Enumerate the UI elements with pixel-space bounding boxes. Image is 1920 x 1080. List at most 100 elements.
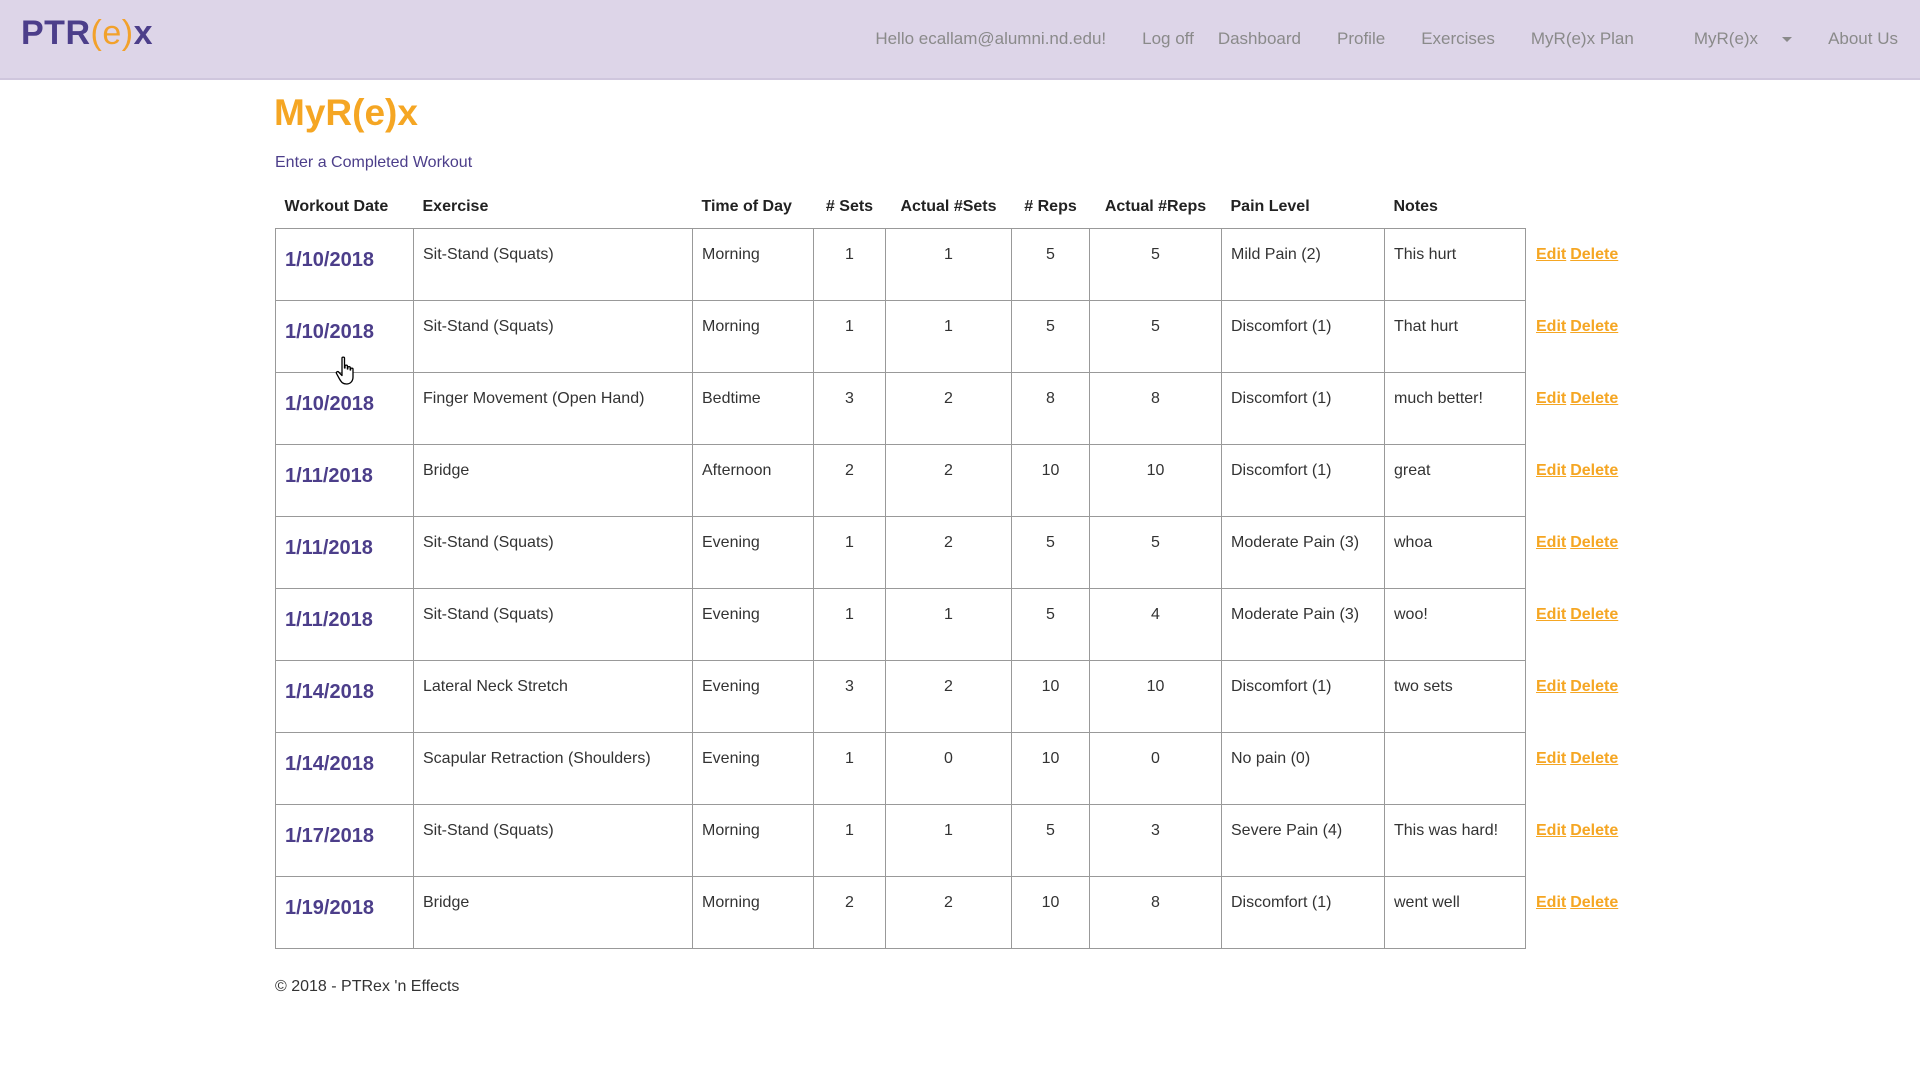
actual-sets-cell: 2 [885, 660, 1012, 733]
workout-table: Workout Date Exercise Time of Day # Sets… [275, 186, 1656, 949]
exercise-cell-text: Scapular Retraction (Shoulders) [423, 750, 651, 767]
nav-profile-link[interactable]: Profile [1337, 29, 1385, 49]
exercise-cell-text: Lateral Neck Stretch [423, 678, 568, 695]
reps-cell-text: 8 [1046, 390, 1055, 407]
actual-sets-cell-text: 2 [944, 462, 953, 479]
delete-link[interactable]: Delete [1570, 462, 1618, 479]
pain-level-cell: Discomfort (1) [1221, 660, 1385, 733]
edit-link[interactable]: Edit [1536, 750, 1566, 767]
nav-plan-link[interactable]: MyR(e)x Plan [1531, 29, 1634, 49]
row-actions: Edit Delete [1526, 445, 1656, 517]
nav-dashboard-link[interactable]: Dashboard [1218, 29, 1301, 49]
exercise-cell-text: Bridge [423, 894, 470, 911]
pain-level-cell: Moderate Pain (3) [1221, 516, 1385, 589]
delete-link[interactable]: Delete [1570, 246, 1618, 263]
actual-sets-cell-text: 1 [944, 246, 953, 263]
workout-date-cell: 1/19/2018 [275, 876, 414, 949]
actual-sets-cell: 1 [885, 804, 1012, 877]
actual-sets-cell-text: 1 [944, 318, 953, 335]
edit-link[interactable]: Edit [1536, 678, 1566, 695]
actual-reps-cell: 8 [1089, 372, 1222, 445]
notes-cell-text: That hurt [1394, 318, 1459, 335]
time-of-day-cell: Evening [692, 516, 814, 589]
actual-reps-cell: 0 [1089, 732, 1222, 805]
edit-link[interactable]: Edit [1536, 822, 1566, 839]
time-of-day-cell-text: Evening [702, 606, 760, 623]
nav-myrex-dropdown[interactable]: MyR(e)x [1670, 29, 1793, 49]
pain-level-cell: Discomfort (1) [1221, 372, 1385, 445]
brand-accent: (e) [90, 14, 134, 52]
row-actions: Edit Delete [1526, 589, 1656, 661]
workout-date-cell-text: 1/10/2018 [285, 321, 374, 343]
nav-exercises-link[interactable]: Exercises [1421, 29, 1495, 49]
delete-link[interactable]: Delete [1570, 534, 1618, 551]
table-row: 1/19/2018 Bridge Morning 2 2 10 8 Discomfort (1… [275, 876, 1656, 949]
edit-link[interactable]: Edit [1536, 534, 1566, 551]
nav-greeting-link[interactable]: Hello ecallam@alumni.nd.edu! [875, 29, 1106, 49]
exercise-cell: Sit-Stand (Squats) [413, 804, 693, 877]
edit-link[interactable]: Edit [1536, 246, 1566, 263]
edit-link[interactable]: Edit [1536, 894, 1566, 911]
time-of-day-cell: Evening [692, 732, 814, 805]
edit-link[interactable]: Edit [1536, 606, 1566, 623]
header-actual-reps: Actual #Reps [1104, 198, 1207, 215]
sets-cell-text: 3 [845, 678, 854, 695]
actual-sets-cell: 2 [885, 444, 1012, 517]
pain-level-cell-text: Discomfort (1) [1231, 894, 1332, 911]
sets-cell-text: 1 [845, 246, 854, 263]
sets-cell-text: 1 [845, 606, 854, 623]
edit-link[interactable]: Edit [1536, 390, 1566, 407]
workout-date-cell: 1/17/2018 [275, 804, 414, 877]
time-of-day-cell: Morning [692, 228, 814, 301]
reps-cell: 5 [1011, 300, 1090, 373]
edit-link[interactable]: Edit [1536, 462, 1566, 479]
time-of-day-cell-text: Evening [702, 534, 760, 551]
table-row: 1/11/2018 Sit-Stand (Squats) Evening 1 2 5 5 Mo… [275, 516, 1656, 589]
row-actions: Edit Delete [1526, 229, 1656, 301]
delete-link[interactable]: Delete [1570, 822, 1618, 839]
delete-link[interactable]: Delete [1570, 894, 1618, 911]
time-of-day-cell: Evening [692, 588, 814, 661]
row-actions: Edit Delete [1526, 733, 1656, 805]
actual-sets-cell: 1 [885, 588, 1012, 661]
pain-level-cell: Severe Pain (4) [1221, 804, 1385, 877]
actual-reps-cell-text: 10 [1146, 462, 1165, 479]
delete-link[interactable]: Delete [1570, 390, 1618, 407]
edit-link[interactable]: Edit [1536, 318, 1566, 335]
exercise-cell: Sit-Stand (Squats) [413, 300, 693, 373]
workout-date-cell-text: 1/11/2018 [285, 465, 373, 487]
actual-sets-cell-text: 0 [944, 750, 953, 767]
delete-link[interactable]: Delete [1570, 678, 1618, 695]
reps-cell-text: 5 [1046, 606, 1055, 623]
delete-link[interactable]: Delete [1570, 606, 1618, 623]
row-actions-wrap: Edit Delete [1536, 589, 1646, 624]
sets-cell: 3 [813, 660, 886, 733]
nav-about-link[interactable]: About Us [1828, 29, 1898, 49]
time-of-day-cell: Morning [692, 876, 814, 949]
actual-reps-cell-text: 5 [1151, 246, 1160, 263]
pain-level-cell: Discomfort (1) [1221, 876, 1385, 949]
reps-cell-text: 5 [1046, 822, 1055, 839]
sets-cell-text: 2 [845, 894, 854, 911]
table-header-row: Workout Date Exercise Time of Day # Sets… [276, 186, 1656, 229]
delete-link[interactable]: Delete [1570, 750, 1618, 767]
actual-reps-cell-text: 8 [1151, 390, 1160, 407]
row-actions-wrap: Edit Delete [1536, 229, 1646, 264]
time-of-day-cell-text: Morning [702, 318, 760, 335]
workout-date-cell-text: 1/14/2018 [285, 753, 374, 775]
actual-sets-cell: 1 [885, 228, 1012, 301]
actual-reps-cell: 10 [1089, 444, 1222, 517]
actual-sets-cell-text: 1 [944, 822, 953, 839]
actual-sets-cell: 2 [885, 372, 1012, 445]
header-reps: # Reps [1024, 198, 1077, 215]
delete-link[interactable]: Delete [1570, 318, 1618, 335]
time-of-day-cell-text: Evening [702, 678, 760, 695]
brand-logo[interactable]: PTR(e)x [21, 14, 153, 53]
notes-cell: That hurt [1384, 300, 1526, 373]
reps-cell-text: 5 [1046, 246, 1055, 263]
reps-cell-text: 10 [1041, 462, 1060, 479]
enter-workout-link[interactable]: Enter a Completed Workout [275, 154, 472, 172]
nav-logoff-link[interactable]: Log off [1142, 29, 1194, 49]
header-actions [1526, 186, 1656, 229]
row-actions: Edit Delete [1526, 805, 1656, 877]
